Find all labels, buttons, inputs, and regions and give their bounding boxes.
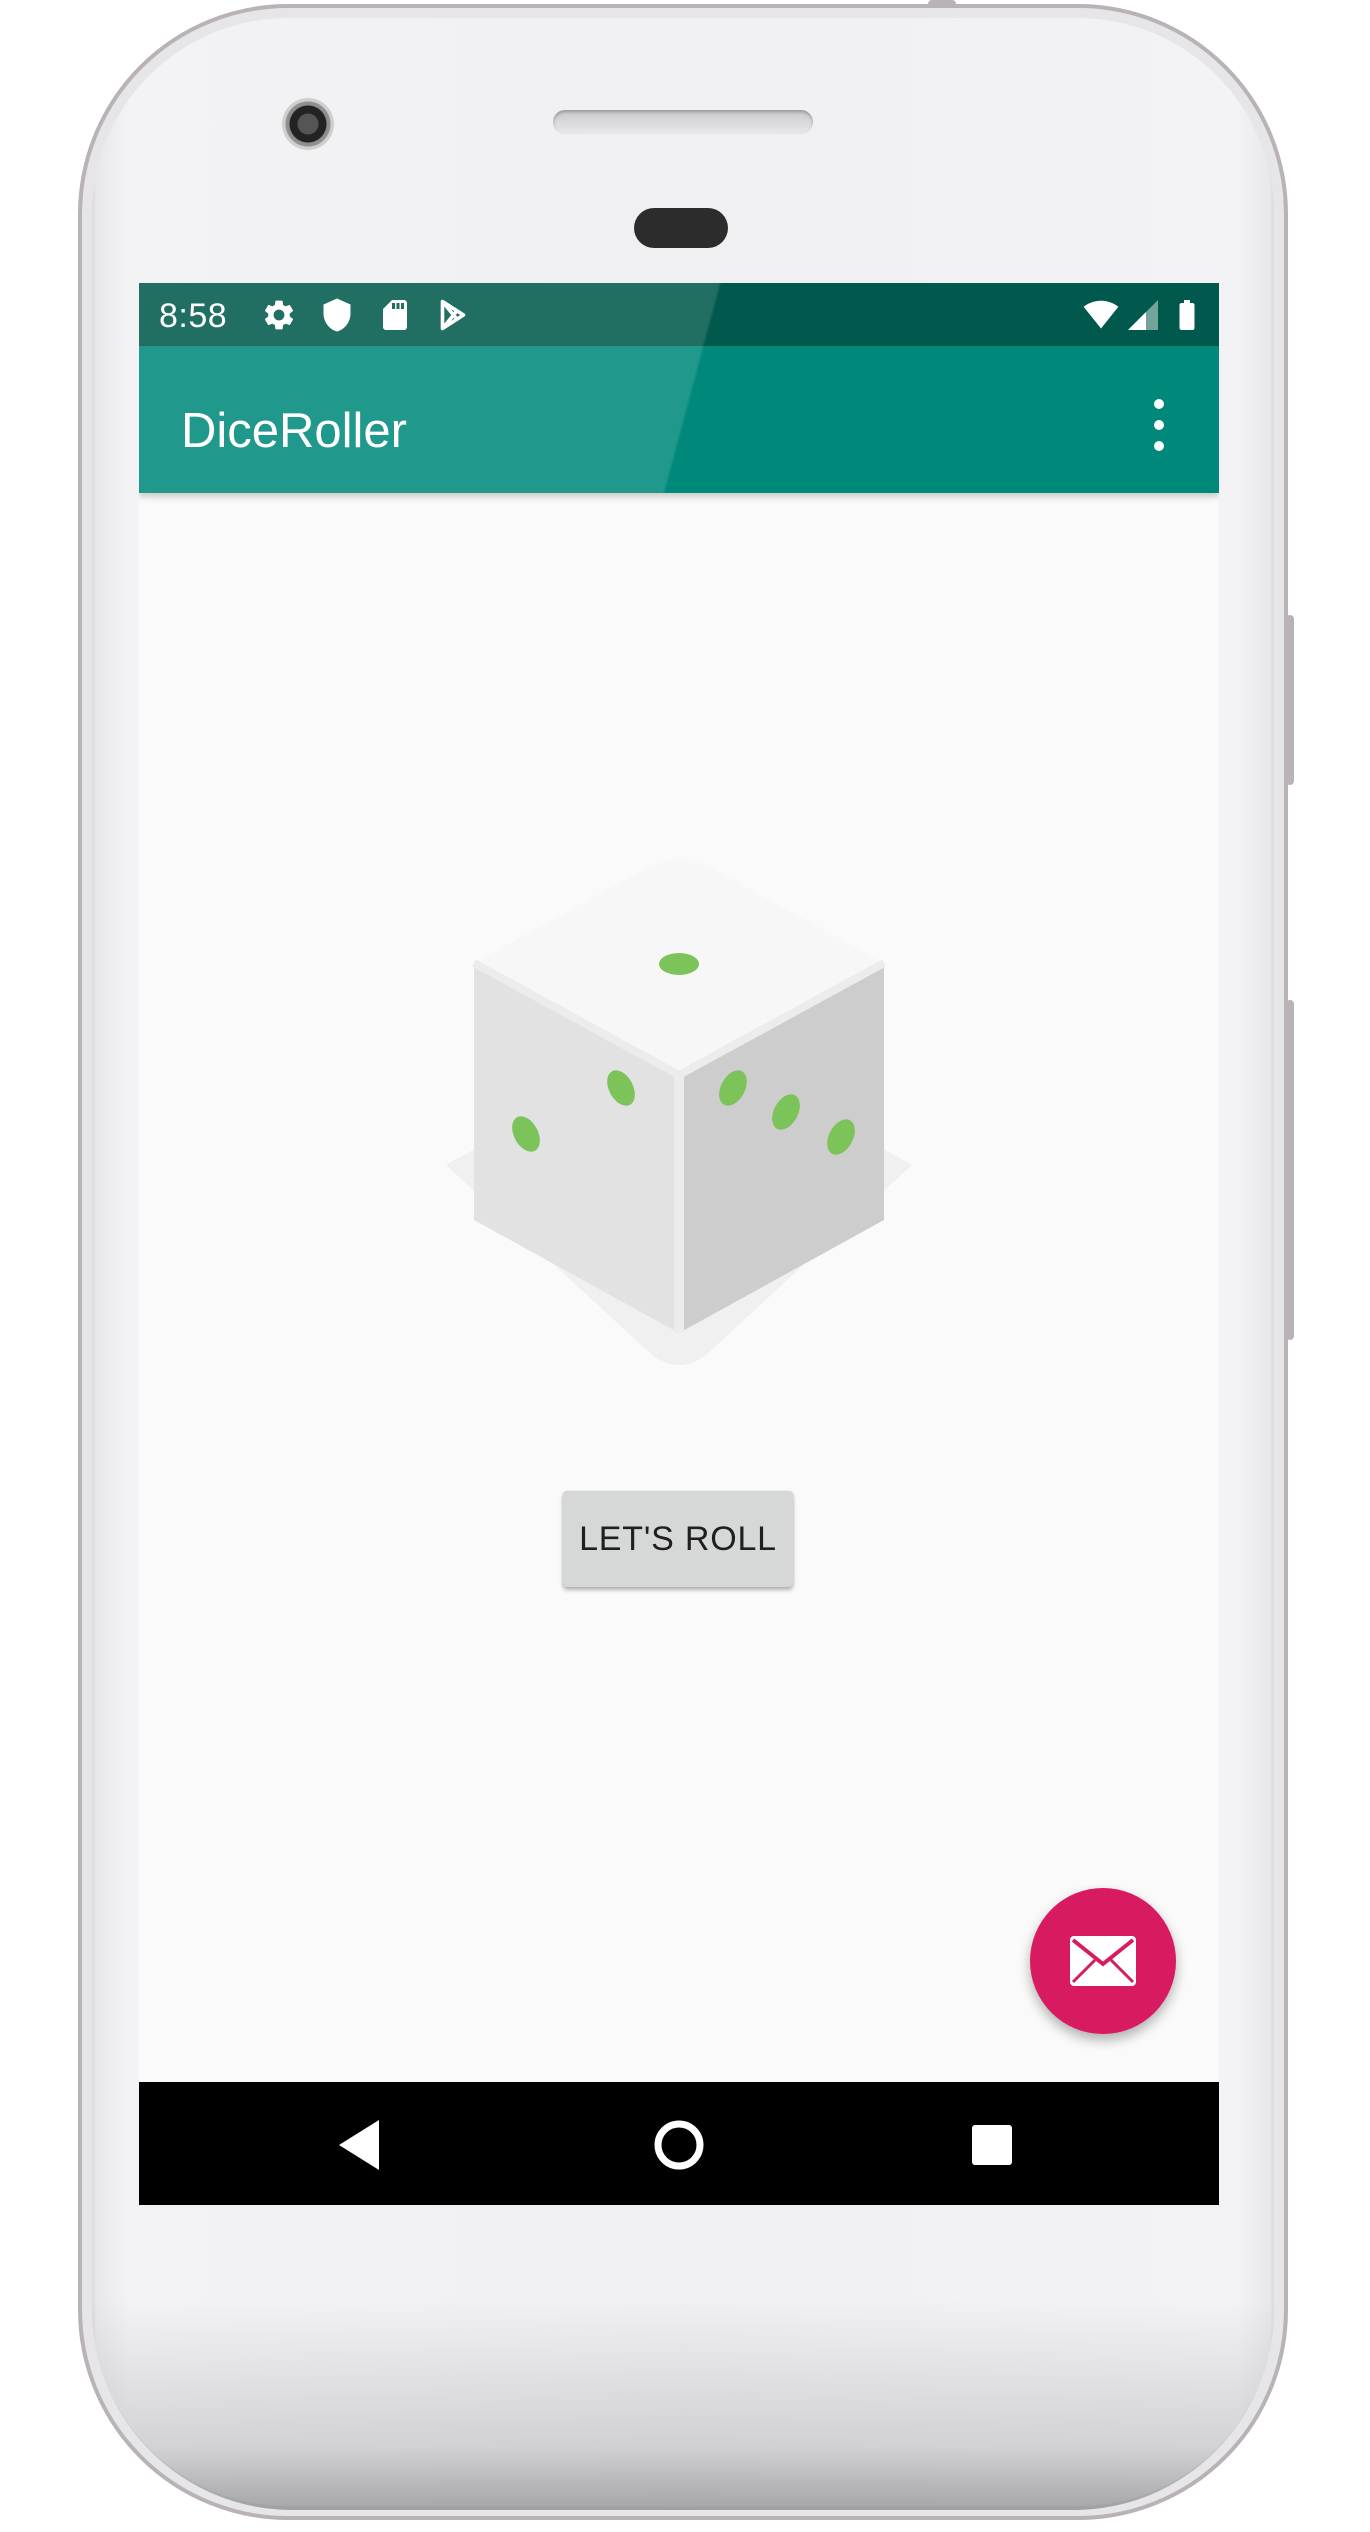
- home-icon[interactable]: [644, 2110, 714, 2180]
- wifi-icon: [1083, 300, 1119, 329]
- status-bar: 8:58: [139, 283, 1219, 346]
- email-fab[interactable]: [1030, 1888, 1176, 2034]
- main-content: [139, 493, 1219, 2083]
- sd-card-icon: [383, 300, 407, 330]
- top-button: [928, 0, 956, 8]
- earpiece-speaker: [553, 110, 813, 134]
- roll-button[interactable]: LET'S ROLL: [563, 1491, 793, 1587]
- device-screen: 8:58 DiceRoller LET'S ROLL: [139, 283, 1219, 2205]
- overflow-menu-button[interactable]: [1139, 393, 1179, 457]
- phone-chin-shade: [92, 2300, 1274, 2510]
- recents-icon[interactable]: [957, 2110, 1027, 2180]
- signal-icon: [1128, 300, 1158, 330]
- mail-icon: [1070, 1936, 1136, 1986]
- more-vert-icon: [1154, 399, 1164, 409]
- play-store-icon: [440, 299, 466, 331]
- proximity-sensor: [634, 208, 728, 248]
- dice-icon: [446, 859, 912, 1365]
- front-camera: [282, 98, 334, 150]
- power-button: [1286, 615, 1294, 785]
- battery-icon: [1179, 300, 1195, 330]
- back-icon[interactable]: [323, 2110, 393, 2180]
- status-time: 8:58: [159, 297, 228, 335]
- navigation-bar: [139, 2082, 1219, 2205]
- gear-icon: [264, 300, 294, 330]
- shield-icon: [323, 298, 351, 332]
- volume-rocker: [1286, 1000, 1294, 1340]
- app-title: DiceRoller: [181, 404, 408, 458]
